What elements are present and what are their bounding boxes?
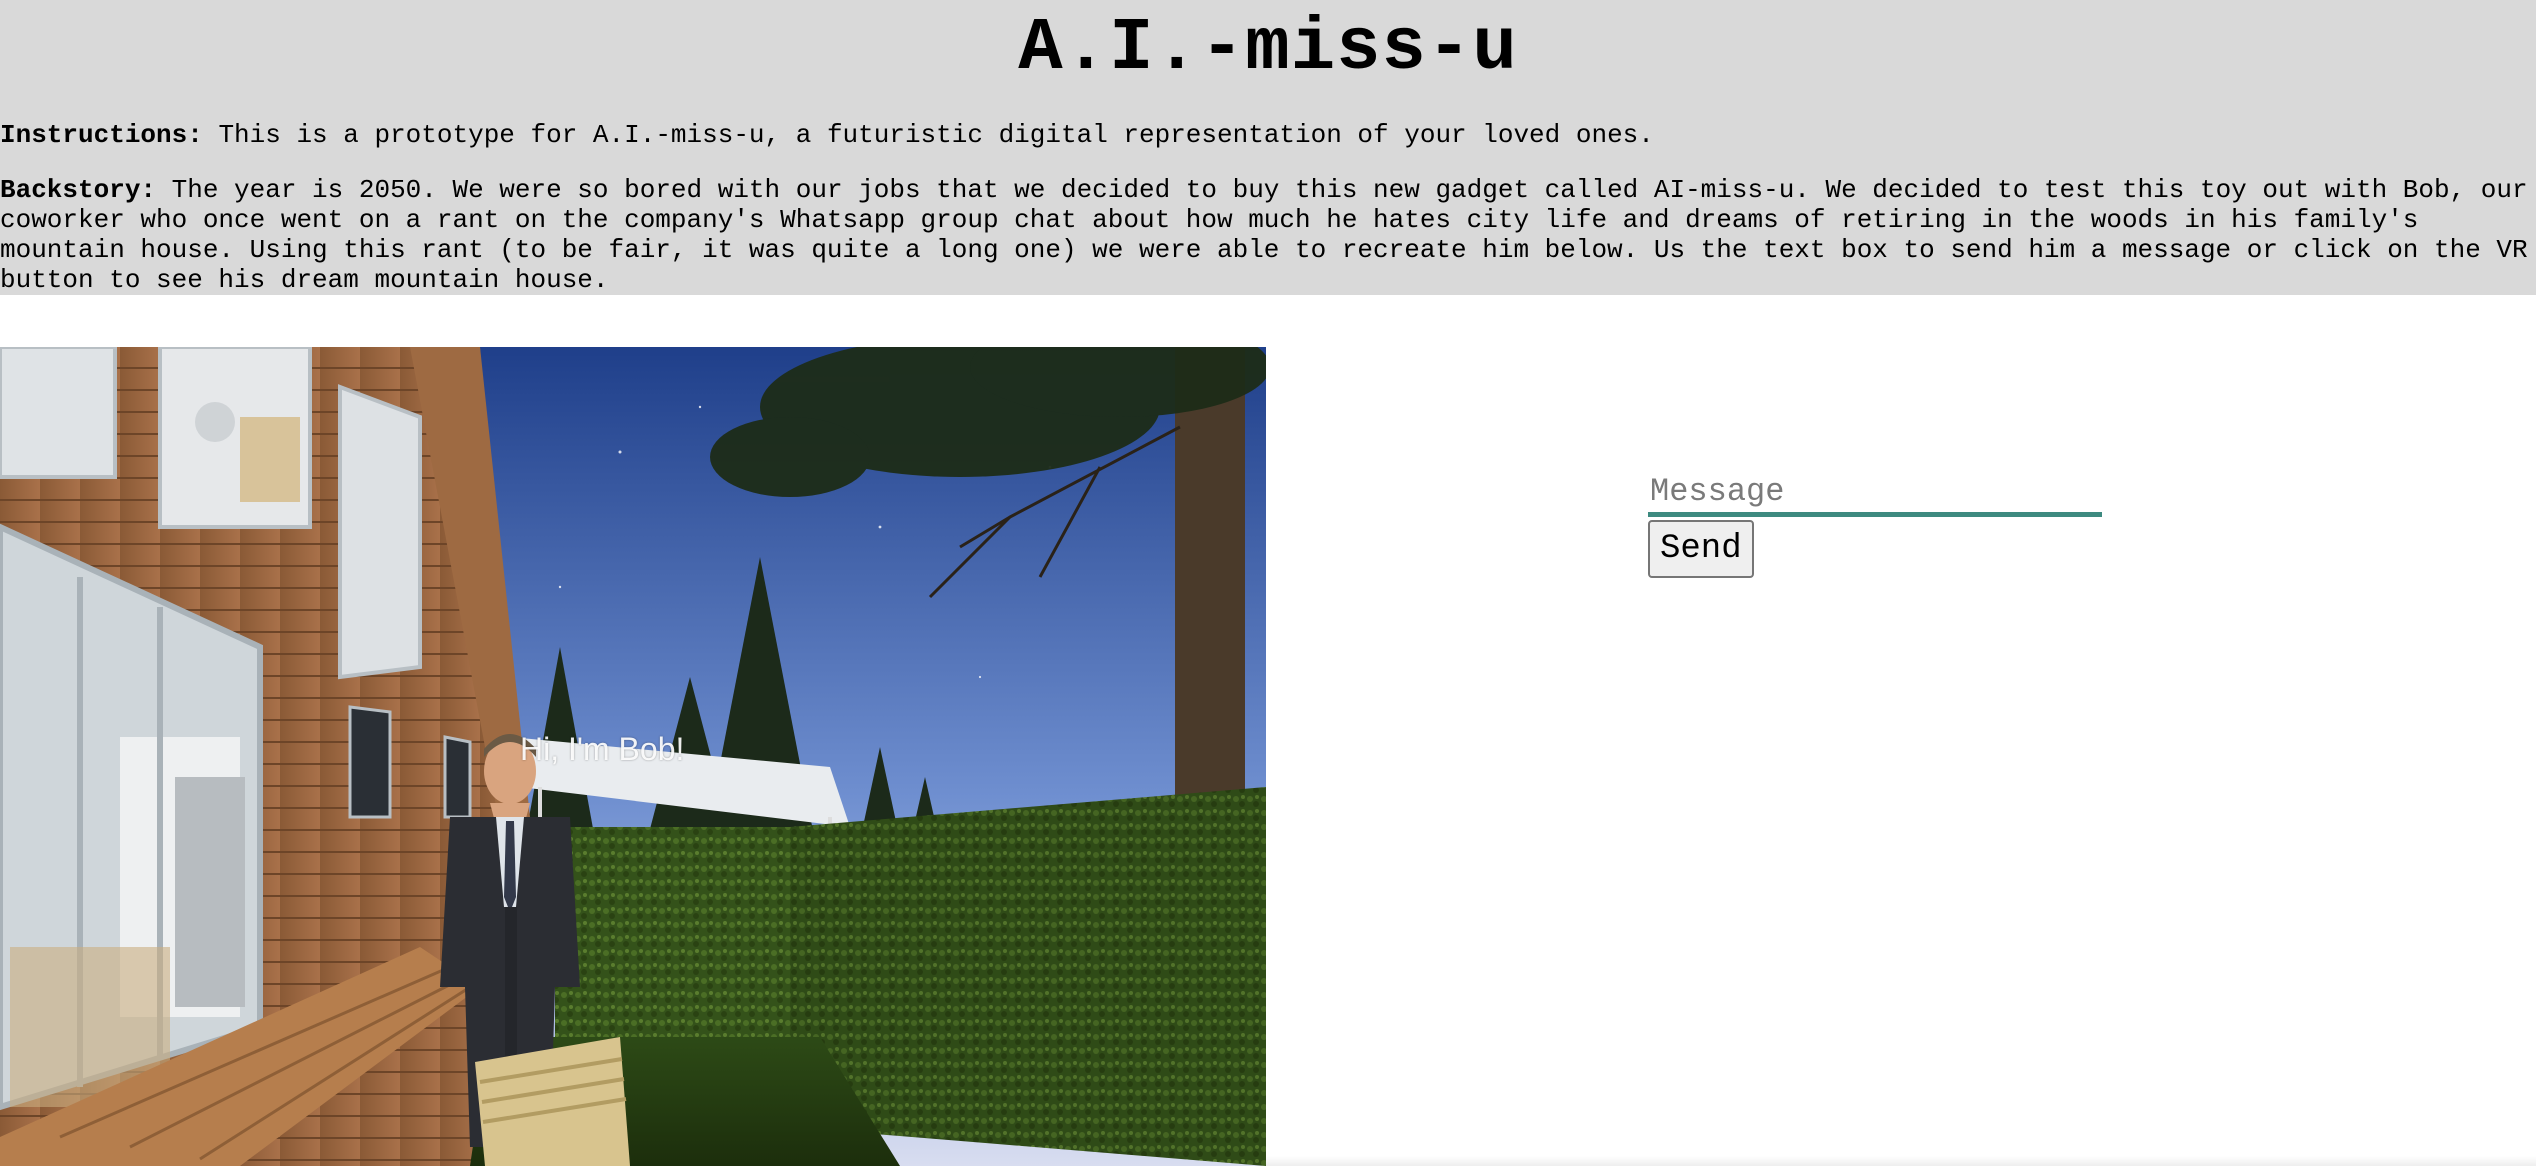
tree-trunk <box>1175 347 1245 817</box>
message-input[interactable] <box>1648 470 2102 517</box>
header: A.I.-miss-u Instructions: This is a prot… <box>0 0 2536 295</box>
page-bottom-edge <box>1266 1156 2536 1166</box>
bob-speech-label: Hi, I'm Bob! <box>520 731 685 767</box>
instructions-text: This is a prototype for A.I.-miss-u, a f… <box>202 120 1654 150</box>
page-title: A.I.-miss-u <box>1018 7 1518 91</box>
back-hedge <box>555 827 800 1047</box>
send-button[interactable]: Send <box>1648 520 1754 578</box>
instructions-paragraph: Instructions: This is a prototype for A.… <box>0 120 2536 150</box>
instructions-label: Instructions: <box>0 120 203 150</box>
backstory-text: The year is 2050. We were so bored with … <box>0 175 2528 295</box>
chat-panel: Send <box>1648 470 2102 578</box>
backstory-label: Backstory: <box>0 175 157 205</box>
vr-scene-canvas[interactable]: Hi, I'm Bob! <box>0 347 1266 1166</box>
backstory-paragraph: Backstory: The year is 2050. We were so … <box>0 175 2536 295</box>
